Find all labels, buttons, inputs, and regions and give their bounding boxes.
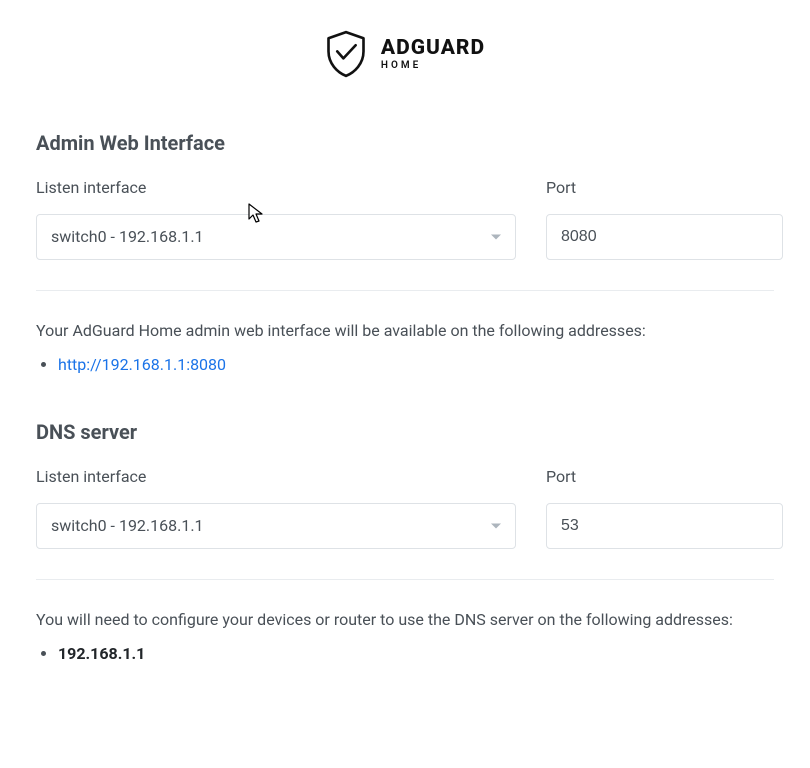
dns-heading: DNS server [36,417,774,447]
logo-sub-text: HOME [381,61,485,71]
admin-config-row: Listen interface switch0 - 192.168.1.1 P… [36,176,774,260]
admin-interface-label: Listen interface [36,176,516,200]
app-logo: ADGUARD HOME [36,30,774,78]
admin-info-text: Your AdGuard Home admin web interface wi… [36,319,774,343]
logo-text: ADGUARD HOME [381,38,485,71]
dns-info-text: You will need to configure your devices … [36,608,774,632]
admin-address-link[interactable]: http://192.168.1.1:8080 [58,355,226,374]
list-item: 192.168.1.1 [58,642,774,666]
dns-address-list: 192.168.1.1 [36,642,774,666]
logo-main-text: ADGUARD [381,38,485,59]
admin-address-list: http://192.168.1.1:8080 [36,353,774,377]
admin-interface-selected-value: switch0 - 192.168.1.1 [51,225,204,249]
divider [36,290,774,291]
divider [36,579,774,580]
dns-interface-label: Listen interface [36,465,516,489]
shield-check-icon [325,30,367,78]
chevron-down-icon [491,524,501,529]
admin-port-label: Port [546,176,783,200]
dns-interface-selected-value: switch0 - 192.168.1.1 [51,514,204,538]
admin-interface-select[interactable]: switch0 - 192.168.1.1 [36,214,516,260]
dns-address-value: 192.168.1.1 [58,644,145,663]
dns-port-input[interactable] [546,503,783,549]
dns-interface-select[interactable]: switch0 - 192.168.1.1 [36,503,516,549]
dns-port-label: Port [546,465,783,489]
setup-page: ADGUARD HOME Admin Web Interface Listen … [0,0,810,696]
dns-config-row: Listen interface switch0 - 192.168.1.1 P… [36,465,774,549]
list-item: http://192.168.1.1:8080 [58,353,774,377]
chevron-down-icon [491,235,501,240]
admin-port-input[interactable] [546,214,783,260]
admin-heading: Admin Web Interface [36,128,774,158]
